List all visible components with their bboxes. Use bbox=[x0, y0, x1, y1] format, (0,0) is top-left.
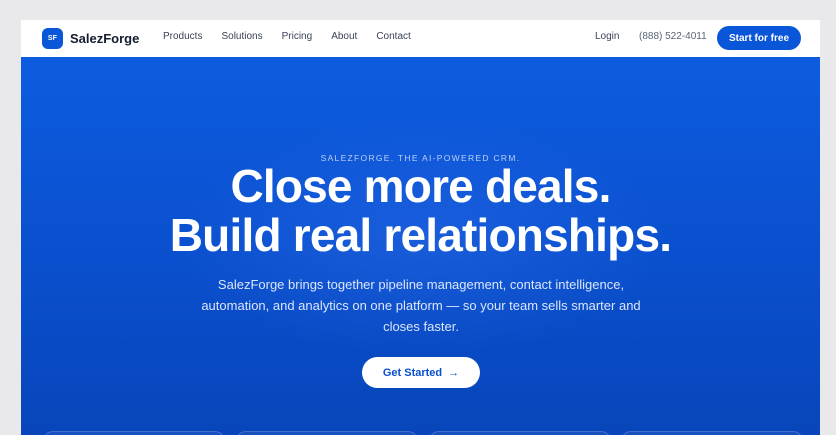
feature-card bbox=[429, 431, 611, 435]
brand-logo[interactable]: SF SalezForge bbox=[42, 28, 139, 49]
feature-card bbox=[621, 431, 803, 435]
headline-line-1: Close more deals. bbox=[230, 160, 611, 212]
phone-link[interactable]: (888) 522-4011 bbox=[639, 31, 707, 42]
feature-card bbox=[236, 431, 418, 435]
nav-link-solutions[interactable]: Solutions bbox=[221, 31, 262, 42]
headline-line-2: Build real relationships. bbox=[169, 209, 672, 261]
nav-link-products[interactable]: Products bbox=[163, 31, 202, 42]
login-link[interactable]: Login bbox=[595, 31, 619, 42]
start-for-free-button[interactable]: Start for free bbox=[717, 26, 801, 50]
nav-link-pricing[interactable]: Pricing bbox=[282, 31, 313, 42]
brand-name: SalezForge bbox=[70, 31, 140, 46]
nav-link-about[interactable]: About bbox=[331, 31, 357, 42]
browser-viewport: SF SalezForge Products Solutions Pricing… bbox=[21, 20, 820, 435]
top-navbar: SF SalezForge Products Solutions Pricing… bbox=[21, 20, 820, 57]
get-started-label: Get Started bbox=[382, 366, 443, 379]
feature-card bbox=[43, 431, 225, 435]
main-nav: Products Solutions Pricing About Contact bbox=[163, 31, 430, 42]
hero-section: SALEZFORGE. THE AI-POWERED CRM. Close mo… bbox=[21, 57, 820, 435]
logo-mark-icon: SF bbox=[42, 28, 63, 49]
feature-cards-peek bbox=[43, 431, 803, 435]
nav-link-contact[interactable]: Contact bbox=[376, 31, 410, 42]
hero-subtext: SalezForge brings together pipeline mana… bbox=[201, 277, 641, 334]
get-started-button[interactable]: Get Started → bbox=[362, 357, 480, 388]
hero-headline: Close more deals. Build real relationshi… bbox=[21, 162, 820, 260]
arrow-right-icon: → bbox=[448, 366, 460, 379]
